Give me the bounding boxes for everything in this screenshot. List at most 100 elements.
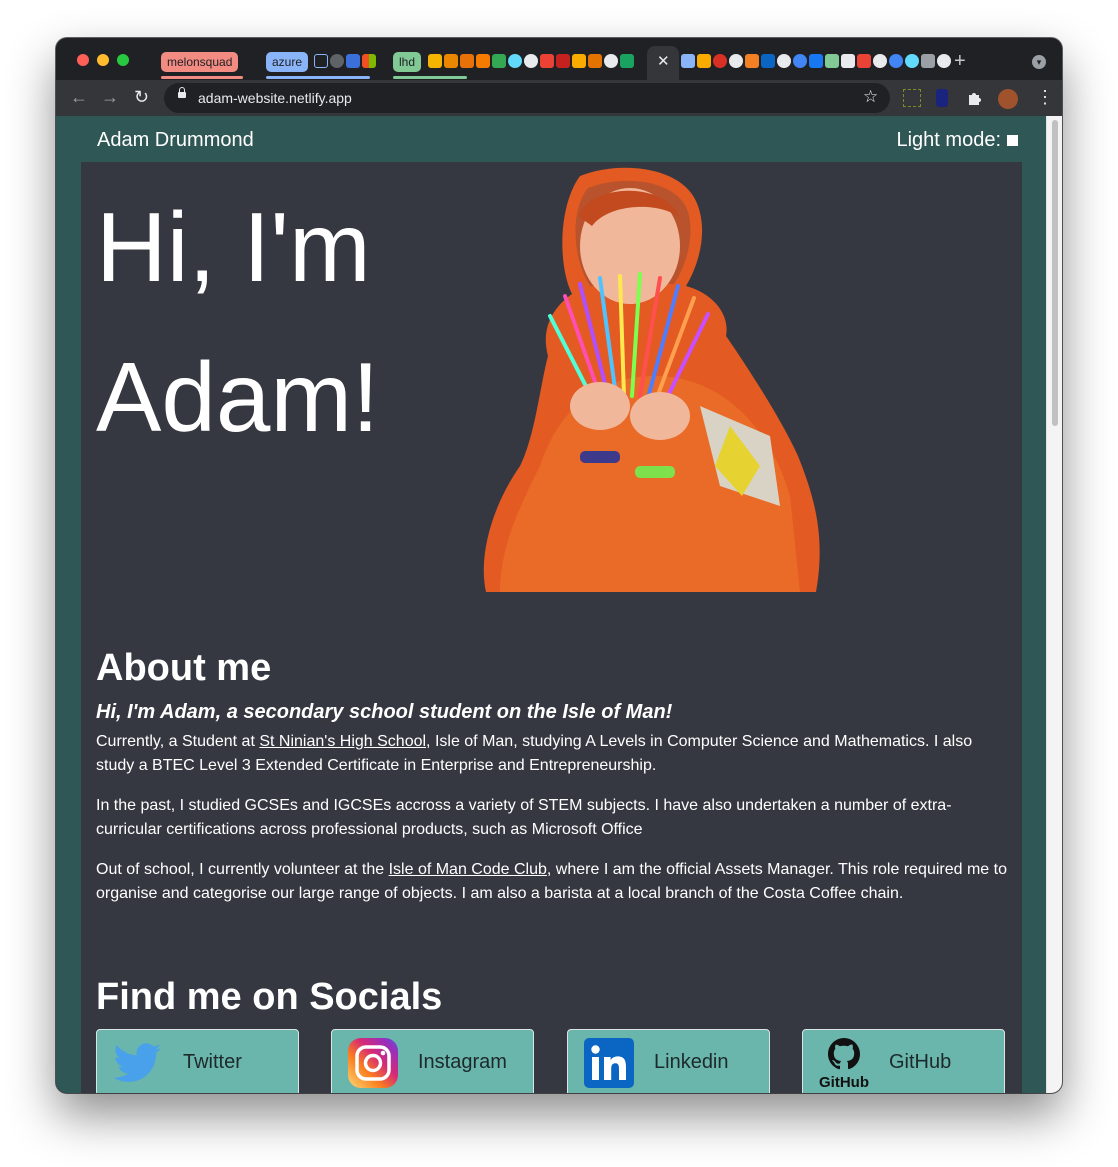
github-icon: GitHub (819, 1038, 869, 1090)
tab-group-underline (161, 76, 243, 79)
tab-favicon-icon[interactable] (713, 54, 727, 68)
github-icon[interactable] (604, 54, 618, 68)
tab-favicon-icon[interactable] (476, 54, 490, 68)
address-bar[interactable]: adam-website.netlify.app ☆ (164, 83, 890, 113)
site-brand[interactable]: Adam Drummond (97, 128, 254, 152)
light-mode-label: Light mode: (896, 129, 1001, 151)
tab-favicon-icon[interactable] (620, 54, 634, 68)
github-icon[interactable] (937, 54, 951, 68)
linkedin-label: Linkedin (654, 1051, 729, 1073)
cloud-icon[interactable] (314, 54, 328, 68)
new-tab-button[interactable]: + (954, 51, 966, 71)
extension-icon[interactable] (936, 89, 948, 107)
google-icon[interactable] (793, 54, 807, 68)
menu-icon[interactable]: ⋮ (1036, 88, 1054, 106)
facebook-icon[interactable] (809, 54, 823, 68)
web-page: Adam Drummond Light mode: Hi, I'm Adam! (56, 116, 1046, 1093)
back-button[interactable]: ← (70, 88, 88, 106)
react-icon[interactable] (905, 54, 919, 68)
instagram-label: Instagram (418, 1051, 507, 1073)
azure-tabs (314, 54, 376, 68)
tab-favicons (428, 54, 634, 68)
about-subheading: Hi, I'm Adam, a secondary school student… (96, 701, 673, 723)
lock-icon (178, 87, 186, 98)
tab-favicon-icon[interactable] (921, 54, 935, 68)
about-paragraph-3: Out of school, I currently volunteer at … (96, 858, 1011, 906)
twitter-button[interactable]: Twitter (96, 1029, 299, 1093)
twitter-icon (113, 1043, 161, 1082)
github-label: GitHub (889, 1051, 952, 1073)
minimize-window-button[interactable] (97, 54, 109, 66)
close-tab-icon[interactable]: ✕ (657, 54, 670, 70)
twitter-label: Twitter (183, 1051, 242, 1073)
hero-line-2: Adam! (96, 342, 380, 452)
linkedin-button[interactable]: Linkedin (567, 1029, 770, 1093)
tab-group-underline (266, 76, 370, 79)
main-content: Hi, I'm Adam! About me Hi, I'm Adam, a s… (81, 162, 1022, 1093)
tab-favicon-icon[interactable] (681, 54, 695, 68)
hero-title: Hi, I'm Adam! (96, 172, 476, 472)
socials-heading: Find me on Socials (96, 976, 443, 1018)
hero-line-1: Hi, I'm (96, 192, 371, 302)
code-club-link[interactable]: Isle of Man Code Club (389, 861, 547, 878)
github-icon[interactable] (729, 54, 743, 68)
tab-favicon-icon[interactable] (540, 54, 554, 68)
tab-favicon-icon[interactable] (572, 54, 586, 68)
browser-window: melonsquad azure lhd ✕ + ▾ ← → ↻ adam-we… (56, 38, 1062, 1093)
tab-search-icon[interactable]: ▾ (1032, 55, 1046, 69)
tab-favicon-icon[interactable] (873, 54, 887, 68)
instagram-icon (348, 1038, 398, 1088)
google-icon[interactable] (889, 54, 903, 68)
light-mode-toggle[interactable]: Light mode: (896, 128, 1018, 152)
light-mode-checkbox[interactable] (1007, 134, 1018, 146)
about-heading: About me (96, 647, 272, 689)
github-icon[interactable] (524, 54, 538, 68)
tab-favicon-icon[interactable] (428, 54, 442, 68)
stackoverflow-icon[interactable] (745, 54, 759, 68)
linkedin-icon[interactable] (761, 54, 775, 68)
paragraph-text: Currently, a Student at (96, 733, 260, 750)
tab-favicon-icon[interactable] (444, 54, 458, 68)
circle-icon[interactable] (330, 54, 344, 68)
github-icon[interactable] (777, 54, 791, 68)
tab-favicon-icon[interactable] (697, 54, 711, 68)
school-link[interactable]: St Ninian's High School (259, 733, 426, 750)
tab-favicons (681, 54, 951, 68)
github-logo-text: GitHub (819, 1074, 869, 1090)
tab-favicon-icon[interactable] (460, 54, 474, 68)
extension-icon[interactable] (903, 89, 921, 107)
url-text[interactable]: adam-website.netlify.app (198, 90, 352, 106)
tab-favicon-icon[interactable] (857, 54, 871, 68)
instagram-button[interactable]: Instagram (331, 1029, 534, 1093)
portrait-photo (483, 167, 820, 592)
site-navbar: Adam Drummond Light mode: (56, 116, 1046, 162)
about-paragraph-2: In the past, I studied GCSEs and IGCSEs … (96, 797, 952, 838)
bookmark-star-icon[interactable]: ☆ (863, 88, 878, 106)
paragraph-text: Out of school, I currently volunteer at … (96, 861, 389, 878)
tab-group-lhd[interactable]: lhd (393, 52, 422, 72)
reload-button[interactable]: ↻ (134, 88, 149, 106)
scrollbar-thumb[interactable] (1052, 120, 1058, 426)
tab-favicon-icon[interactable] (588, 54, 602, 68)
profile-avatar[interactable] (998, 89, 1018, 109)
about-paragraph-1: Currently, a Student at St Ninian's High… (96, 730, 1011, 778)
microsoft-icon[interactable] (362, 54, 376, 68)
tab-group-underline (393, 76, 467, 79)
close-window-button[interactable] (77, 54, 89, 66)
tab-group-melonsquad[interactable]: melonsquad (161, 52, 239, 72)
zoom-window-button[interactable] (117, 54, 129, 66)
browser-toolbar: ← → ↻ adam-website.netlify.app ☆ ⋮ (56, 80, 1062, 116)
tab-favicon-icon[interactable] (346, 54, 360, 68)
forward-button[interactable]: → (101, 88, 119, 106)
tab-group-azure[interactable]: azure (266, 52, 309, 72)
tab-favicon-icon[interactable] (492, 54, 506, 68)
tab-favicon-icon[interactable] (825, 54, 839, 68)
puzzle-icon[interactable] (966, 89, 984, 107)
gmail-icon[interactable] (556, 54, 570, 68)
tab-strip: melonsquad azure lhd ✕ + ▾ (56, 38, 1062, 80)
scrollbar[interactable] (1046, 116, 1062, 1093)
linkedin-icon (584, 1038, 634, 1088)
github-button[interactable]: GitHub GitHub (802, 1029, 1005, 1093)
react-icon[interactable] (508, 54, 522, 68)
tab-favicon-icon[interactable] (841, 54, 855, 68)
